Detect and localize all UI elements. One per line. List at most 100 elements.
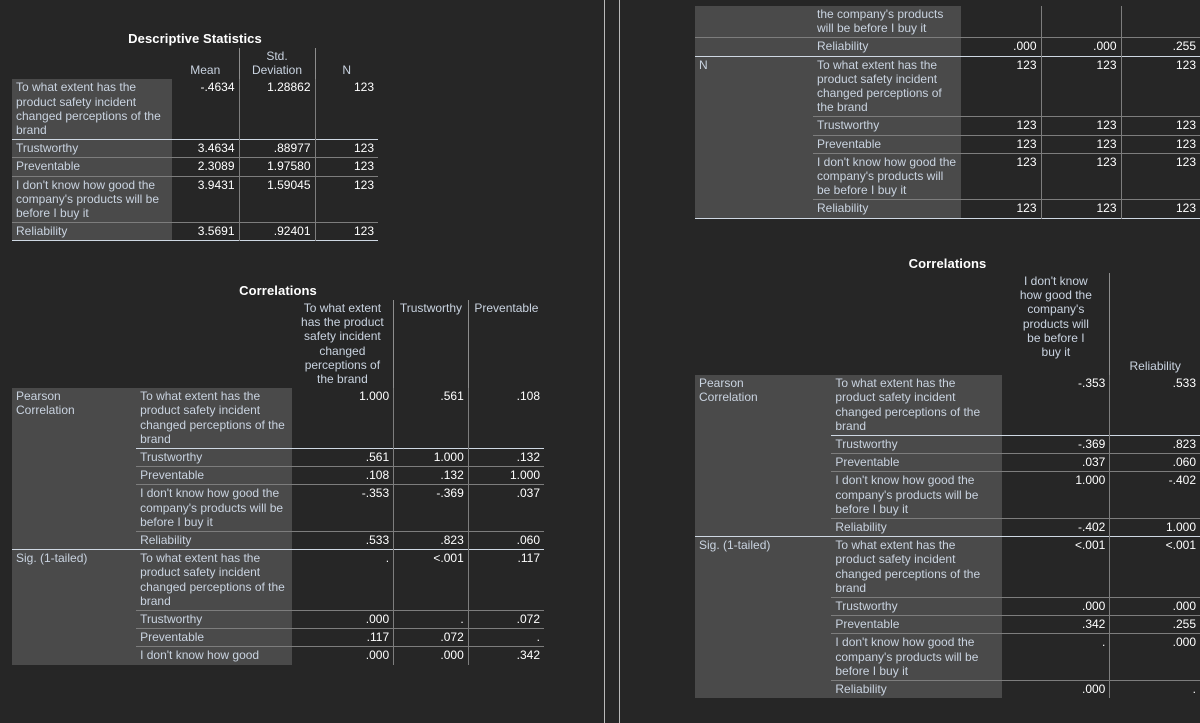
cell-value: 123 [1121,199,1200,219]
header-col-v4-line4: products will [1022,316,1089,331]
header-std-deviation: Std. Deviation [239,48,316,80]
row-label: Preventable [136,628,292,647]
header-col-v3: Preventable [468,300,544,389]
header-col-v5: Reliability [1109,273,1200,376]
row-label: Reliability [12,222,172,241]
cell-value: .132 [468,448,544,467]
row-label: Preventable [136,466,292,485]
cell-value: -.369 [1002,435,1111,454]
cell-value: 123 [1121,56,1200,117]
table-header-row: Mean Std. Deviation N [12,48,378,80]
cell-value: -.353 [1002,375,1111,436]
row-label: I don't know how good the company's prod… [136,484,292,532]
cell-value: 123 [961,135,1042,154]
cell-value: . [1002,633,1111,681]
table-row: Sig. (1-tailed) To what extent has the p… [695,536,1200,699]
section-label-line2: Correlation [699,390,758,405]
header-col-v4-line3: company's [1027,302,1085,317]
correlations-continuation-table: the company's products will be before I … [695,6,1200,219]
header-blank-variable [136,300,292,389]
row-label: I don't know how good the company's prod… [813,153,961,200]
cell-value: .533 [291,531,395,550]
cell-value: .000 [1002,597,1111,616]
section-label-sig: Sig. (1-tailed) [12,549,137,665]
cell-mean: 3.5691 [172,222,240,241]
cell-sd: .92401 [239,222,316,241]
cell-value: 123 [1041,153,1122,200]
correlations-right-title: Correlations [908,256,987,271]
row-label: the company's products will be before I … [813,6,961,38]
table-row: Sig. (1-tailed) To what extent has the p… [12,549,544,665]
header-col-v4-line1: I don't know [1024,274,1088,288]
cell-value: .000 [1109,597,1200,616]
cell-value: .000 [1109,633,1200,681]
table-row: N To what extent has the product safety … [695,56,1200,219]
cell-n: 123 [315,157,378,177]
cell-value: 123 [1121,153,1200,200]
cell-value: 1.000 [393,448,469,467]
cell-value: -.402 [1109,471,1200,519]
cell-value: 1.000 [1109,518,1200,537]
header-col-v2: Trustworthy [393,300,469,389]
cell-sd: .88977 [239,139,316,158]
cell-value: .000 [1041,37,1122,57]
correlations-left-table: To what extent has the product safety in… [12,300,544,665]
header-blank-section [12,300,137,389]
cell-value: .561 [393,388,469,449]
cell-value: .072 [468,610,544,629]
row-label: To what extent has the product safety in… [136,549,292,611]
cell-value: 123 [1041,56,1122,117]
cell-value: -.402 [1002,518,1111,537]
panel-divider-left [604,0,605,723]
cell-value: .108 [468,388,544,449]
cell-value [1041,6,1122,38]
cell-value: .072 [393,628,469,647]
left-panel: Descriptive Statistics Mean Std. Deviati… [0,0,604,723]
row-label: Trustworthy [813,116,961,136]
row-label: Preventable [831,615,1003,634]
cell-value: .000 [291,646,395,665]
cell-value: .060 [468,531,544,550]
cell-value: .561 [291,448,395,467]
cell-value: 1.000 [291,388,395,449]
cell-value: .000 [393,646,469,665]
cell-value: .823 [1109,435,1200,454]
row-label: I don't know how good [136,646,292,665]
row-label: I don't know how good the company's prod… [12,176,172,223]
cell-value: .255 [1121,37,1200,57]
row-label: I don't know how good the company's prod… [831,471,1003,519]
cell-value: .037 [468,484,544,532]
header-sd-line2: Deviation [251,63,303,78]
table-row: Pearson Correlation To what extent has t… [695,375,1200,537]
cell-value: .117 [468,549,544,611]
header-sd-line1: Std. [266,49,288,63]
row-label: Reliability [813,37,961,57]
cell-value: 123 [961,116,1042,136]
table-header-row: I don't know how good the company's prod… [695,273,1200,376]
correlations-left-body: Pearson Correlation To what extent has t… [12,388,544,665]
cell-value: . [1109,680,1200,699]
right-panel: the company's products will be before I … [620,0,1200,723]
row-label: To what extent has the product safety in… [136,388,292,449]
row-label: Reliability [813,199,961,219]
cell-value: <.001 [1109,536,1200,598]
header-mean: Mean [172,48,240,80]
cell-sd: 1.59045 [239,176,316,223]
correlations-right-table: I don't know how good the company's prod… [695,273,1200,699]
cell-value: .342 [468,646,544,665]
cell-value: . [393,610,469,629]
cell-mean: 2.3089 [172,157,240,177]
table-row: Reliability 3.5691 .92401 123 [12,222,378,241]
cell-value [961,6,1042,38]
cell-n: 123 [315,139,378,158]
header-col-v1: To what extent has the product safety in… [291,300,395,389]
cell-value: 1.000 [468,466,544,485]
descriptive-statistics-title: Descriptive Statistics [128,31,262,46]
cell-value: .255 [1109,615,1200,634]
cell-mean: 3.9431 [172,176,240,223]
row-label: Trustworthy [831,435,1003,454]
cell-value: .132 [393,466,469,485]
cell-n: 123 [315,79,378,140]
row-label: Trustworthy [136,610,292,629]
table-row: To what extent has the product safety in… [12,79,378,140]
